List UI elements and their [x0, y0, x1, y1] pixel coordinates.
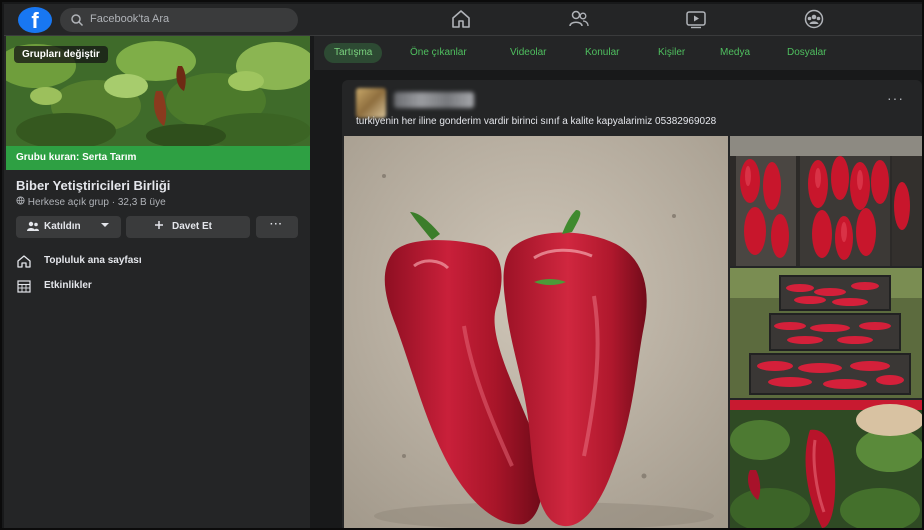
post-side-photo-3[interactable] — [730, 400, 922, 528]
home-icon — [16, 254, 32, 268]
sidebar-item-label: Etkinlikler — [44, 280, 92, 291]
app-frame: f Facebook'ta Ara Grupları değiştir Grub… — [0, 0, 924, 530]
members-icon — [26, 220, 40, 235]
calendar-icon — [16, 279, 32, 293]
tab-media[interactable]: Medya — [720, 43, 750, 63]
joined-label: Katıldın — [44, 221, 81, 232]
group-tabs: Tartışma Öne çıkanlar Videolar Konular K… — [314, 36, 922, 70]
search-input[interactable]: Facebook'ta Ara — [60, 8, 298, 32]
tab-people[interactable]: Kişiler — [658, 43, 685, 63]
groups-icon[interactable] — [803, 9, 827, 31]
group-privacy-meta: Herkese açık grup · 32,3 B üye — [16, 196, 166, 208]
home-icon[interactable] — [450, 9, 474, 31]
more-options-button[interactable]: ··· — [256, 216, 298, 238]
tab-featured[interactable]: Öne çıkanlar — [410, 43, 467, 63]
caret-down-icon — [100, 220, 110, 233]
group-post: ··· turkiyenin her iline gonderim vardir… — [342, 80, 922, 528]
group-title[interactable]: Biber Yetiştiricileri Birliği — [16, 178, 170, 193]
group-sidebar: Grupları değiştir Grubu kuran: Serta Tar… — [4, 36, 310, 528]
post-more-button[interactable]: ··· — [887, 90, 904, 106]
tab-topics[interactable]: Konular — [585, 43, 619, 63]
invite-button[interactable]: Davet Et — [126, 216, 250, 238]
post-main-photo[interactable] — [344, 136, 728, 528]
plus-icon — [154, 220, 164, 233]
watch-icon[interactable] — [685, 9, 709, 31]
tab-files[interactable]: Dosyalar — [787, 43, 826, 63]
friends-icon[interactable] — [568, 9, 592, 31]
search-placeholder: Facebook'ta Ara — [90, 13, 170, 25]
sidebar-item-community-home[interactable]: Topluluk ana sayfası — [16, 255, 216, 269]
sidebar-item-events[interactable]: Etkinlikler — [16, 280, 216, 294]
group-meta-text: Herkese açık grup · 32,3 B üye — [27, 197, 166, 208]
globe-icon — [16, 196, 28, 208]
post-side-photo-1[interactable] — [730, 136, 922, 266]
switch-groups-button[interactable]: Grupları değiştir — [14, 46, 108, 63]
joined-button[interactable]: Katıldın — [16, 216, 121, 238]
more-label: ··· — [270, 219, 283, 230]
post-caption: turkiyenin her iline gonderim vardir bir… — [356, 116, 717, 127]
author-name-blurred[interactable] — [394, 92, 474, 108]
facebook-logo[interactable]: f — [18, 7, 52, 33]
group-founder-banner[interactable]: Grubu kuran: Serta Tarım — [6, 146, 310, 170]
top-navigation-bar: f Facebook'ta Ara — [4, 4, 922, 36]
invite-label: Davet Et — [172, 221, 213, 232]
author-avatar-blurred[interactable] — [356, 88, 386, 118]
tab-discussion[interactable]: Tartışma — [324, 43, 383, 63]
search-icon — [70, 13, 84, 27]
sidebar-item-label: Topluluk ana sayfası — [44, 255, 142, 266]
post-side-photo-2[interactable] — [730, 268, 922, 398]
tab-videos[interactable]: Videolar — [510, 43, 547, 63]
